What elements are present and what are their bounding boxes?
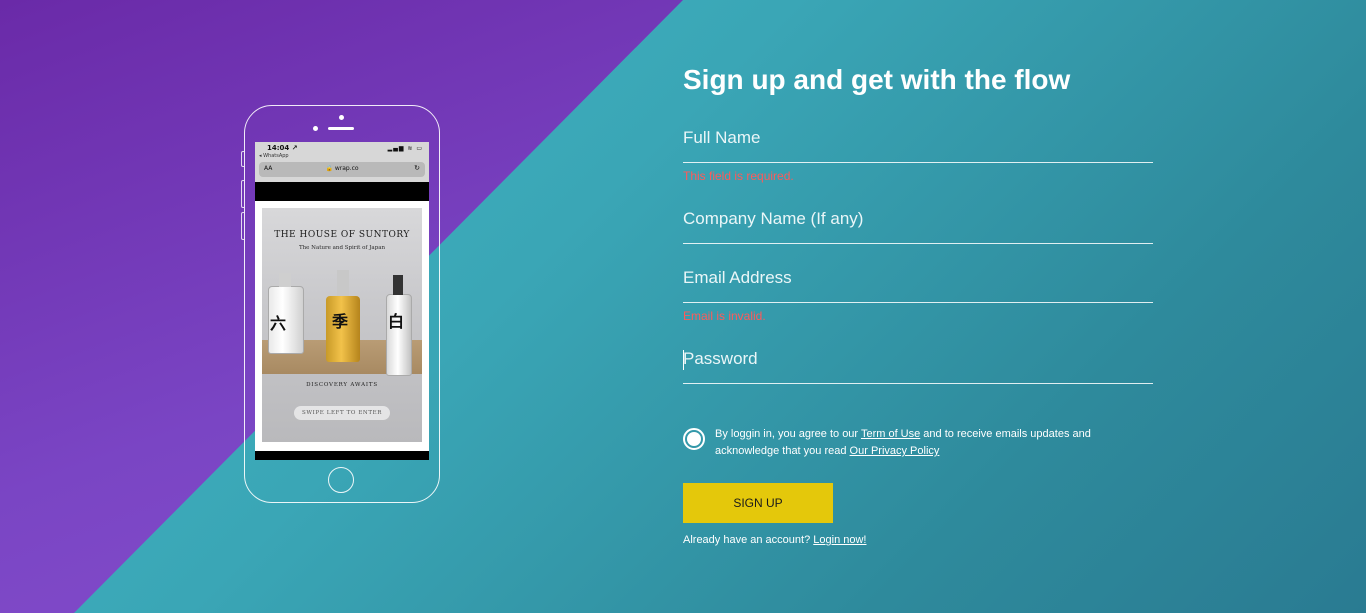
ad-title: THE HOUSE OF SUNTORY (274, 230, 410, 240)
sign-up-button[interactable]: SIGN UP (683, 483, 833, 523)
phone-home-button (328, 467, 354, 493)
login-now-link[interactable]: Login now! (813, 534, 866, 546)
reload-icon: ↻ (414, 164, 420, 172)
phone-sensor-dot (339, 115, 344, 120)
login-prompt-text: Already have an account? (683, 534, 814, 546)
company-input[interactable] (683, 209, 1153, 229)
phone-camera-dot (313, 126, 318, 131)
signup-form: Sign up and get with the flow This field… (683, 0, 1153, 613)
full-name-error: This field is required. (683, 169, 794, 183)
status-back-app: ◂ WhatsApp (259, 153, 289, 159)
password-input[interactable] (683, 349, 1153, 369)
phone-url-text: 🔒 wrap.co (325, 165, 359, 172)
email-error: Email is invalid. (683, 309, 766, 323)
phone-screen: 14:04 ↗ ◂ WhatsApp ▂▄▆ ≋ ▭ AA 🔒 wrap.co … (255, 142, 429, 460)
ad-swipe-button: SWIPE LEFT TO ENTER (294, 406, 390, 420)
phone-speaker (328, 127, 354, 130)
full-name-field (683, 122, 1153, 163)
email-input[interactable] (683, 268, 1153, 288)
login-prompt: Already have an account? Login now! (683, 534, 866, 546)
ad-discover-text: DISCOVERY AWAITS (306, 382, 378, 388)
suntory-ad: THE HOUSE OF SUNTORY The Nature and Spir… (262, 208, 422, 442)
email-field (683, 262, 1153, 303)
vodka-bottle-image (386, 275, 412, 376)
ad-subtitle: The Nature and Spirit of Japan (298, 245, 386, 251)
status-time: 14:04 ↗ (267, 144, 298, 152)
agree-radio[interactable] (683, 428, 705, 450)
phone-url-bar: AA 🔒 wrap.co ↻ (259, 162, 425, 177)
bottle-label-kanji: 白 (388, 312, 405, 331)
page-title: Sign up and get with the flow (683, 64, 1071, 95)
terms-of-use-link[interactable]: Term of Use (861, 428, 920, 440)
bottle-label-kanji: 六 (270, 314, 287, 333)
full-name-input[interactable] (683, 128, 1153, 148)
phone-status-bar: 14:04 ↗ ◂ WhatsApp ▂▄▆ ≋ ▭ AA 🔒 wrap.co … (255, 142, 429, 182)
agreement-prefix: By loggin in, you agree to our (715, 428, 861, 440)
agreement-text: By loggin in, you agree to our Term of U… (715, 426, 1095, 460)
bottle-label-kanji: 季 (332, 312, 349, 331)
password-field (683, 343, 1153, 384)
privacy-policy-link[interactable]: Our Privacy Policy (850, 445, 940, 457)
ad-preview-frame: THE HOUSE OF SUNTORY The Nature and Spir… (255, 201, 429, 451)
signal-wifi-battery-icon: ▂▄▆ ≋ ▭ (387, 145, 423, 152)
company-field (683, 203, 1153, 244)
